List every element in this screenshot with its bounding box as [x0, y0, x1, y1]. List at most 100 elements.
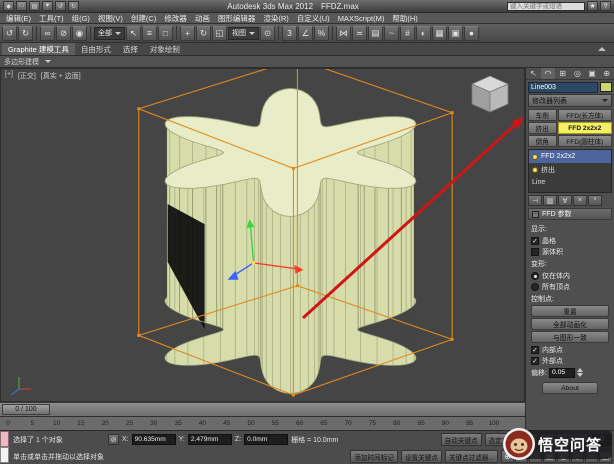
ribbon-tab-0[interactable]: Graphite 建模工具 [2, 43, 75, 55]
only-in-volume-row[interactable]: 仅在体内 [531, 270, 609, 281]
render-icon[interactable]: ● [464, 26, 479, 41]
remove-modifier-icon[interactable]: × [573, 195, 587, 206]
modifier-button-3[interactable]: FFD 2x2x2 [558, 122, 612, 134]
snap-toggle-icon[interactable]: 3 [282, 26, 297, 41]
menu-item-7[interactable]: 图形编辑器 [214, 13, 260, 24]
rotate-icon[interactable]: ↻ [196, 26, 211, 41]
spinner-down-icon[interactable] [577, 373, 583, 377]
modifier-button-5[interactable]: FFD(圆柱体) [558, 135, 612, 147]
infocenter-search-input[interactable] [507, 2, 585, 11]
favorites-star-icon[interactable]: ★ [587, 1, 598, 11]
make-unique-icon[interactable]: ∀ [558, 195, 572, 206]
scale-icon[interactable]: ◱ [212, 26, 227, 41]
offset-spinner[interactable]: 0.05 [549, 368, 575, 378]
render-setup-icon[interactable]: ▦ [432, 26, 447, 41]
key-filters-button[interactable]: 关键点过滤器... [445, 450, 498, 463]
time-slider[interactable]: 0 / 100 [0, 402, 525, 416]
unlink-icon[interactable]: ⊘ [56, 26, 71, 41]
y-coordinate-field[interactable]: 2.479mm [188, 434, 232, 445]
maxscript-mini-listener[interactable] [0, 431, 9, 464]
menu-item-6[interactable]: 动画 [191, 13, 214, 24]
menu-item-0[interactable]: 编辑(E) [2, 13, 35, 24]
inside-points-row[interactable]: 内部点 [531, 344, 609, 355]
ribbon-tab-3[interactable]: 对象绘制 [144, 43, 186, 55]
lightbulb-icon[interactable] [532, 167, 538, 173]
modifier-button-4[interactable]: 倒角 [528, 135, 557, 147]
offset-spinner-arrows[interactable] [577, 368, 583, 377]
modifier-list-dropdown[interactable]: 修改器列表 [528, 94, 612, 107]
track-bar[interactable]: 0510152025303540455055606570758085909510… [0, 416, 525, 430]
undo-icon[interactable]: ↺ [2, 26, 17, 41]
menu-item-9[interactable]: 自定义(U) [293, 13, 334, 24]
selection-lock-icon[interactable]: ⊘ [108, 434, 119, 445]
viewport[interactable]: [+] [正交] [真实 + 边面] [0, 68, 525, 402]
reset-button[interactable]: 重置 [531, 305, 609, 317]
link-icon[interactable]: ∞ [40, 26, 55, 41]
mirror-icon[interactable]: ⋈ [336, 26, 351, 41]
menu-item-5[interactable]: 修改器 [160, 13, 191, 24]
outside-points-checkbox[interactable] [531, 357, 539, 365]
bind-to-space-warp-icon[interactable]: ◉ [72, 26, 87, 41]
add-time-tag-button[interactable]: 添加时间标记 [350, 450, 398, 463]
menu-item-1[interactable]: 工具(T) [35, 13, 68, 24]
modifier-button-0[interactable]: 车削 [528, 109, 557, 121]
stack-row-0[interactable]: FFD 2x2x2 [529, 150, 611, 163]
redo-icon[interactable]: ↻ [18, 26, 33, 41]
configure-modifier-sets-icon[interactable]: * [588, 195, 602, 206]
only-in-volume-radio[interactable] [531, 272, 539, 280]
use-pivot-center-icon[interactable]: ⊙ [260, 26, 275, 41]
viewport-menu-plus[interactable]: [+] [5, 71, 13, 81]
auto-key-button[interactable]: 自动关键点 [441, 433, 482, 446]
display-tab-icon[interactable]: ▣ [585, 68, 600, 79]
select-by-name-icon[interactable]: ≡ [142, 26, 157, 41]
lightbulb-icon[interactable] [532, 154, 538, 160]
stack-row-2[interactable]: Line [529, 176, 611, 189]
inside-points-checkbox[interactable] [531, 346, 539, 354]
menu-item-3[interactable]: 视图(V) [94, 13, 127, 24]
utilities-tab-icon[interactable]: ⊕ [599, 68, 614, 79]
select-object-icon[interactable]: ↖ [126, 26, 141, 41]
ffd-parameters-rollout-header[interactable]: − FFD 参数 [528, 208, 612, 220]
time-slider-handle[interactable]: 0 / 100 [2, 404, 50, 415]
ribbon-tab-2[interactable]: 选择 [117, 43, 144, 55]
object-name-field[interactable]: Line003 [528, 82, 598, 93]
rollout-collapse-icon[interactable]: − [532, 211, 539, 218]
outside-points-row[interactable]: 外部点 [531, 355, 609, 366]
percent-snap-icon[interactable]: % [314, 26, 329, 41]
angle-snap-icon[interactable]: ∠ [298, 26, 313, 41]
schematic-view-icon[interactable]: # [400, 26, 415, 41]
about-button[interactable]: About [542, 382, 598, 394]
reference-coordinate-combo[interactable]: 视图 [228, 27, 259, 40]
selection-filter-combo[interactable]: 全部 [94, 27, 125, 40]
layer-manager-icon[interactable]: ▤ [368, 26, 383, 41]
set-key-button[interactable]: 设置关键点 [401, 450, 442, 463]
menu-item-8[interactable]: 渲染(R) [259, 13, 292, 24]
menu-item-10[interactable]: MAXScript(M) [334, 14, 389, 23]
animate-all-button[interactable]: 全部动画化 [531, 318, 609, 330]
menu-item-2[interactable]: 组(G) [68, 13, 94, 24]
conform-to-shape-button[interactable]: 与图形一致 [531, 331, 609, 343]
motion-tab-icon[interactable]: ◎ [570, 68, 585, 79]
region-select-icon[interactable]: □ [158, 26, 173, 41]
move-icon[interactable]: + [180, 26, 195, 41]
hierarchy-tab-icon[interactable]: ⊞ [555, 68, 570, 79]
x-coordinate-field[interactable]: 90.635mm [132, 434, 176, 445]
align-icon[interactable]: ≍ [352, 26, 367, 41]
pin-stack-icon[interactable]: ⊣ [528, 195, 542, 206]
modifier-button-1[interactable]: FFD(长方体) [558, 109, 612, 121]
z-coordinate-field[interactable]: 0.0mm [244, 434, 288, 445]
viewport-3d-scene[interactable] [1, 69, 524, 401]
source-volume-checkbox[interactable] [531, 248, 539, 256]
curve-editor-icon[interactable]: ~ [384, 26, 399, 41]
object-color-swatch[interactable] [600, 82, 612, 92]
menu-item-4[interactable]: 创建(C) [127, 13, 160, 24]
ribbon-collapse-icon[interactable] [598, 43, 606, 51]
redo-small-icon[interactable]: ↻ [68, 1, 79, 11]
rendered-frame-icon[interactable]: ▣ [448, 26, 463, 41]
lattice-row[interactable]: 晶格 [531, 235, 609, 246]
lattice-checkbox[interactable] [531, 237, 539, 245]
help-icon[interactable]: ? [600, 1, 611, 11]
app-menu-icon[interactable]: ◆ [3, 1, 14, 11]
modifier-button-2[interactable]: 挤出 [528, 122, 557, 134]
create-tab-icon[interactable]: ↖ [526, 68, 541, 79]
